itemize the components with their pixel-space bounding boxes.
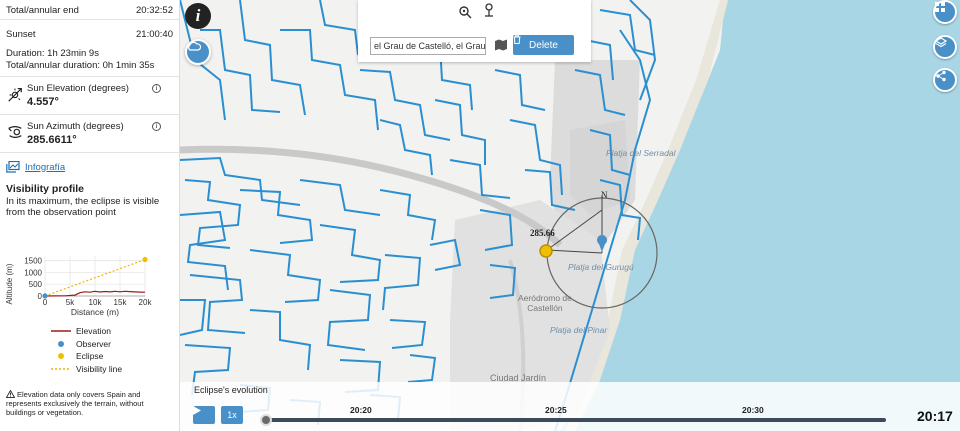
sun-azimuth-value: 285.6611°	[27, 134, 77, 146]
grid-icon	[935, 2, 945, 12]
share-icon	[936, 70, 946, 82]
map-canvas[interactable]	[180, 0, 960, 431]
info-icon[interactable]: i	[152, 122, 161, 131]
delete-button[interactable]: Delete	[513, 35, 574, 55]
speed-button[interactable]: 1x	[221, 406, 243, 424]
y-axis-label: Altitude (m)	[5, 263, 14, 304]
chart-legend: Elevation Observer Eclipse Visibility li…	[50, 325, 122, 375]
weather-button[interactable]	[185, 39, 211, 65]
total-duration-text: Total/annular duration: 0h 1min 35s	[0, 60, 179, 77]
legend-elevation: Elevation	[50, 325, 122, 338]
sunset-row: Sunset 21:00:40	[0, 20, 179, 46]
info-button[interactable]: i	[185, 3, 211, 29]
current-time: 20:17	[917, 408, 953, 424]
search-location-icon[interactable]	[458, 5, 472, 19]
warning-icon	[5, 389, 16, 398]
elevation-warning: Elevation data only covers Spain and rep…	[5, 389, 171, 417]
cloud-icon	[188, 41, 201, 51]
north-label: N	[601, 190, 608, 200]
eclipse-timeline: Eclipse's evolution 1x 20:20 20:25 20:30…	[180, 382, 960, 431]
warning-text: Elevation data only covers Spain and rep…	[6, 390, 144, 417]
delete-label: Delete	[529, 39, 558, 51]
total-annular-end-label: Total/annular end	[6, 5, 79, 16]
x-axis-label: Distance (m)	[71, 307, 119, 317]
y-tick-label: 1000	[24, 268, 42, 277]
info-panel: Total/annular end 20:32:52 Sunset 21:00:…	[0, 0, 180, 431]
sun-azimuth-metric: Sun Azimuth (degrees) 285.6611° i	[0, 115, 179, 153]
sunset-value: 21:00:40	[136, 28, 173, 40]
sunset-label: Sunset	[6, 28, 36, 40]
legend-visibility-line: Visibility line	[50, 363, 122, 376]
legend-visibility-label: Visibility line	[76, 363, 123, 374]
sun-elevation-value: 4.557°	[27, 96, 59, 108]
timeline-tick: 20:20	[350, 405, 372, 415]
info-letter: i	[195, 6, 201, 25]
observer-pin-icon[interactable]	[483, 3, 495, 19]
y-tick-label: 1500	[24, 257, 42, 266]
total-annular-end-row: Total/annular end 20:32:52	[0, 0, 179, 20]
layers-button[interactable]	[933, 35, 957, 59]
timeline-tick: 20:25	[545, 405, 567, 415]
share-button[interactable]	[933, 68, 957, 92]
infografia-label: Infografía	[25, 161, 66, 173]
address-field[interactable]: el Grau de Castelló, el Grau	[370, 37, 486, 55]
layers-icon	[935, 37, 947, 48]
sun-elevation-label: Sun Elevation (degrees)	[27, 83, 129, 94]
x-tick-label: 0	[43, 298, 48, 307]
x-tick-label: 20k	[139, 298, 153, 307]
duration-text: Duration: 1h 23min 9s	[6, 48, 99, 59]
map-icon[interactable]	[494, 39, 508, 51]
sun-marker[interactable]	[539, 244, 553, 258]
legend-eclipse-label: Eclipse	[76, 351, 104, 362]
map-label-gurugu: Platja del Gurugú	[568, 262, 634, 272]
info-icon[interactable]: i	[152, 84, 161, 93]
legend-eclipse: Eclipse	[50, 350, 122, 363]
sun-elevation-icon	[8, 88, 22, 102]
search-panel: el Grau de Castelló, el Grau Delete	[358, 0, 591, 62]
y-tick-label: 500	[29, 280, 43, 289]
total-annular-end-value: 20:32:52	[136, 5, 173, 16]
map-label-pinar: Platja del Pinar	[550, 325, 608, 335]
azimuth-value-label: 285.66	[530, 228, 555, 238]
legend-observer: Observer	[50, 338, 122, 351]
map-label-serradal: Platja del Serradal	[606, 148, 676, 158]
sun-azimuth-label: Sun Azimuth (degrees)	[27, 121, 124, 132]
sun-azimuth-icon	[8, 126, 22, 138]
legend-elevation-label: Elevation	[76, 326, 111, 337]
x-tick-label: 10k	[89, 298, 103, 307]
play-icon	[193, 406, 201, 415]
visibility-profile-desc: In its maximum, the eclipse is visible f…	[6, 196, 160, 218]
timeline-tick: 20:30	[742, 405, 764, 415]
visibility-profile-title: Visibility profile	[6, 183, 84, 195]
timeline-slider-handle[interactable]	[260, 414, 272, 426]
trash-icon	[513, 35, 521, 44]
x-tick-label: 5k	[66, 298, 75, 307]
eclipse-point	[142, 256, 148, 263]
observer-point	[42, 293, 48, 299]
sun-elevation-metric: Sun Elevation (degrees) 4.557° i	[0, 77, 179, 115]
infografia-link[interactable]: Infografía	[0, 153, 179, 181]
timeline-title: Eclipse's evolution	[194, 385, 268, 395]
grid-menu-button[interactable]	[933, 0, 957, 24]
visibility-profile-chart: 0500100015000 5k 10k 15k 20kDistance (m)Alti…	[5, 256, 153, 317]
map-label-aerodromo: Aeródromo de Castellón	[518, 293, 572, 313]
play-button[interactable]	[193, 406, 215, 424]
legend-observer-label: Observer	[76, 338, 111, 349]
timeline-track[interactable]	[266, 418, 886, 422]
map-view[interactable]: Platja del Serradal Platja del Gurugú Ae…	[180, 0, 960, 431]
x-tick-label: 15k	[114, 298, 128, 307]
image-gallery-icon	[6, 161, 20, 173]
